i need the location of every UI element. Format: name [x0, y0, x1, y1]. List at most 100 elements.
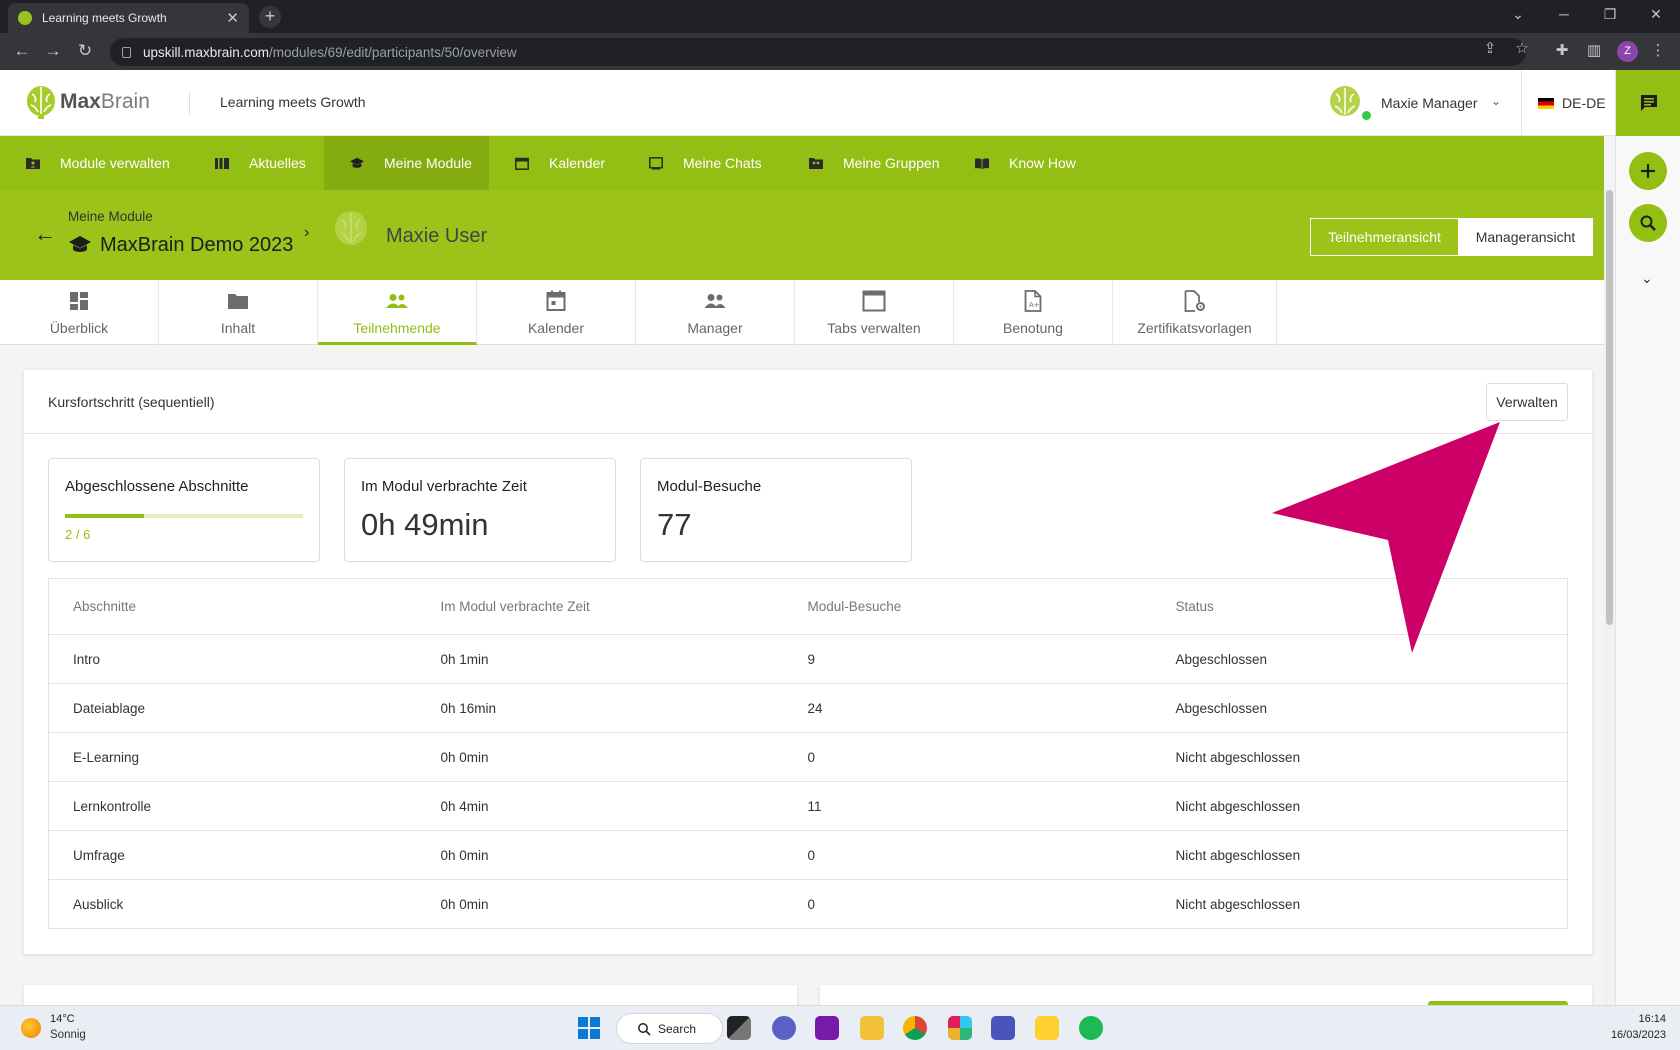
nav-item-aktuelles[interactable]: Aktuelles	[188, 136, 324, 190]
group-icon	[809, 157, 823, 169]
tab-label: Kalender	[527, 320, 585, 336]
nav-item-know-how[interactable]: Know How	[958, 136, 1098, 190]
browser-menu-icon[interactable]: ⋮	[1648, 42, 1668, 60]
user-avatar[interactable]	[1328, 85, 1362, 119]
spotify-icon[interactable]	[1079, 1016, 1103, 1040]
file-explorer-icon[interactable]	[860, 1016, 884, 1040]
chevron-down-icon[interactable]: ⌄	[1491, 94, 1501, 108]
language-selector[interactable]: DE-DE	[1562, 95, 1606, 111]
table-header-row: Abschnitte Im Modul verbrachte Zeit Modu…	[48, 578, 1568, 635]
side-panel-icon[interactable]: ▥	[1584, 42, 1604, 60]
address-bar[interactable]: upskill.maxbrain.com/modules/69/edit/par…	[110, 38, 1526, 66]
graduation-cap-icon	[69, 236, 91, 252]
nav-item-meine-module[interactable]: Meine Module	[324, 136, 489, 190]
manager-view-button[interactable]: Manageransicht	[1459, 219, 1592, 255]
progress-count: 2 / 6	[65, 527, 91, 542]
nav-item-module-verwalten[interactable]: Module verwalten	[0, 136, 188, 190]
restore-icon[interactable]: ❐	[1595, 6, 1625, 23]
stat-completed-sections: Abgeschlossene Abschnitte 2 / 6	[48, 458, 320, 562]
tab-tabs-verwalten[interactable]: Tabs verwalten	[795, 280, 954, 345]
onenote-icon[interactable]	[815, 1016, 839, 1040]
section-name: Dateiablage	[48, 683, 417, 733]
table-row: Umfrage 0h 0min 0 Nicht abgeschlossen	[48, 830, 1568, 880]
clock-time[interactable]: 16:14	[1636, 1013, 1666, 1025]
chat-button[interactable]	[1616, 70, 1680, 136]
section-time: 0h 0min	[416, 830, 784, 880]
section-time: 0h 0min	[416, 732, 784, 782]
tab-zertifikatsvorlagen[interactable]: Zertifikatsvorlagen	[1113, 280, 1277, 345]
tab-search-chevron-icon[interactable]: ⌄	[1503, 6, 1533, 23]
plus-icon	[1641, 164, 1655, 178]
nav-item-meine-chats[interactable]: Meine Chats	[623, 136, 783, 190]
header-slogan: Learning meets Growth	[220, 94, 366, 110]
tab-teilnehmende[interactable]: Teilnehmende	[318, 280, 477, 345]
module-tabs: Überblick Inhalt Teilnehmende Kalender M…	[0, 280, 1604, 345]
tab-inhalt[interactable]: Inhalt	[159, 280, 318, 345]
chevron-right-icon: ›	[304, 224, 310, 241]
task-view-icon[interactable]	[727, 1016, 751, 1040]
forward-icon[interactable]: →	[43, 42, 63, 60]
breadcrumb-parent[interactable]: Meine Module	[68, 209, 153, 224]
user-name[interactable]: Maxie Manager	[1381, 95, 1478, 111]
scrollbar-thumb[interactable]	[1606, 190, 1613, 625]
tab-kalender[interactable]: Kalender	[477, 280, 636, 345]
share-icon[interactable]: ⇪	[1480, 40, 1500, 58]
minimize-icon[interactable]: ─	[1549, 6, 1579, 22]
german-flag-icon[interactable]	[1538, 98, 1554, 109]
nav-item-label: Meine Chats	[683, 155, 762, 171]
teams-chat-icon[interactable]	[772, 1016, 796, 1040]
main-navigation: Module verwalten Aktuelles Meine Module …	[0, 136, 1604, 190]
sections-table: Abschnitte Im Modul verbrachte Zeit Modu…	[48, 578, 1568, 929]
extensions-icon[interactable]: ✚	[1552, 42, 1572, 60]
reload-icon[interactable]: ↻	[75, 42, 95, 60]
browser-tab-bar: Learning meets Growth ✕ + ⌄ ─ ❐ ✕	[0, 0, 1680, 33]
column-header: Status	[1151, 578, 1568, 635]
module-header: ← Meine Module MaxBrain Demo 2023 › Maxi…	[0, 190, 1604, 280]
window-close-icon[interactable]: ✕	[1641, 6, 1671, 23]
chrome-icon[interactable]	[903, 1016, 927, 1040]
clock-date[interactable]: 16/03/2023	[1598, 1029, 1666, 1041]
weather-temperature[interactable]: 14°C	[50, 1013, 75, 1025]
nav-item-kalender[interactable]: Kalender	[489, 136, 623, 190]
page-scrollbar[interactable]	[1604, 190, 1615, 1005]
section-time: 0h 16min	[416, 683, 784, 733]
table-row: Ausblick 0h 0min 0 Nicht abgeschlossen	[49, 880, 1568, 929]
add-button[interactable]	[1629, 152, 1667, 190]
section-visits: 11	[783, 781, 1152, 831]
bookmark-star-icon[interactable]: ☆	[1512, 40, 1532, 58]
teams-icon[interactable]	[991, 1016, 1015, 1040]
stat-label: Im Modul verbrachte Zeit	[361, 478, 527, 495]
weather-description[interactable]: Sonnig	[50, 1029, 86, 1041]
search-button[interactable]	[1629, 204, 1667, 242]
miro-icon[interactable]	[1035, 1016, 1059, 1040]
section-status: Abgeschlossen	[1151, 634, 1568, 684]
url-host: upskill.maxbrain.com	[143, 44, 270, 60]
new-tab-button[interactable]: +	[259, 6, 281, 28]
manage-button[interactable]: Verwalten	[1486, 383, 1568, 421]
brain-logo-icon[interactable]	[26, 85, 56, 119]
back-arrow-icon[interactable]: ←	[34, 223, 56, 245]
stat-time-spent: Im Modul verbrachte Zeit 0h 49min	[344, 458, 616, 562]
section-status: Nicht abgeschlossen	[1151, 781, 1568, 831]
tab-manager[interactable]: Manager	[636, 280, 795, 345]
windows-start-icon[interactable]	[578, 1017, 600, 1039]
back-icon[interactable]: ←	[12, 42, 32, 60]
section-name: Lernkontrolle	[48, 781, 417, 831]
sun-weather-icon[interactable]	[21, 1018, 41, 1038]
progress-bar	[65, 514, 303, 518]
browser-tab[interactable]: Learning meets Growth ✕	[8, 3, 249, 33]
participant-view-button[interactable]: Teilnehmeransicht	[1311, 219, 1459, 255]
close-tab-icon[interactable]: ✕	[226, 9, 239, 27]
chevron-down-icon[interactable]: ⌄	[1641, 270, 1653, 287]
slack-icon[interactable]	[948, 1016, 972, 1040]
search-icon	[1640, 215, 1656, 231]
module-title[interactable]: MaxBrain Demo 2023	[100, 234, 293, 257]
taskbar-search[interactable]: Search	[616, 1013, 723, 1044]
tab-ueberblick[interactable]: Überblick	[0, 280, 159, 345]
tab-benotung[interactable]: A+ Benotung	[954, 280, 1113, 345]
profile-avatar[interactable]: Z	[1617, 41, 1638, 62]
chat-bubble-icon	[1640, 95, 1657, 111]
section-visits: 0	[807, 896, 816, 912]
nav-item-meine-gruppen[interactable]: Meine Gruppen	[783, 136, 958, 190]
column-header: Modul-Besuche	[783, 578, 1152, 635]
